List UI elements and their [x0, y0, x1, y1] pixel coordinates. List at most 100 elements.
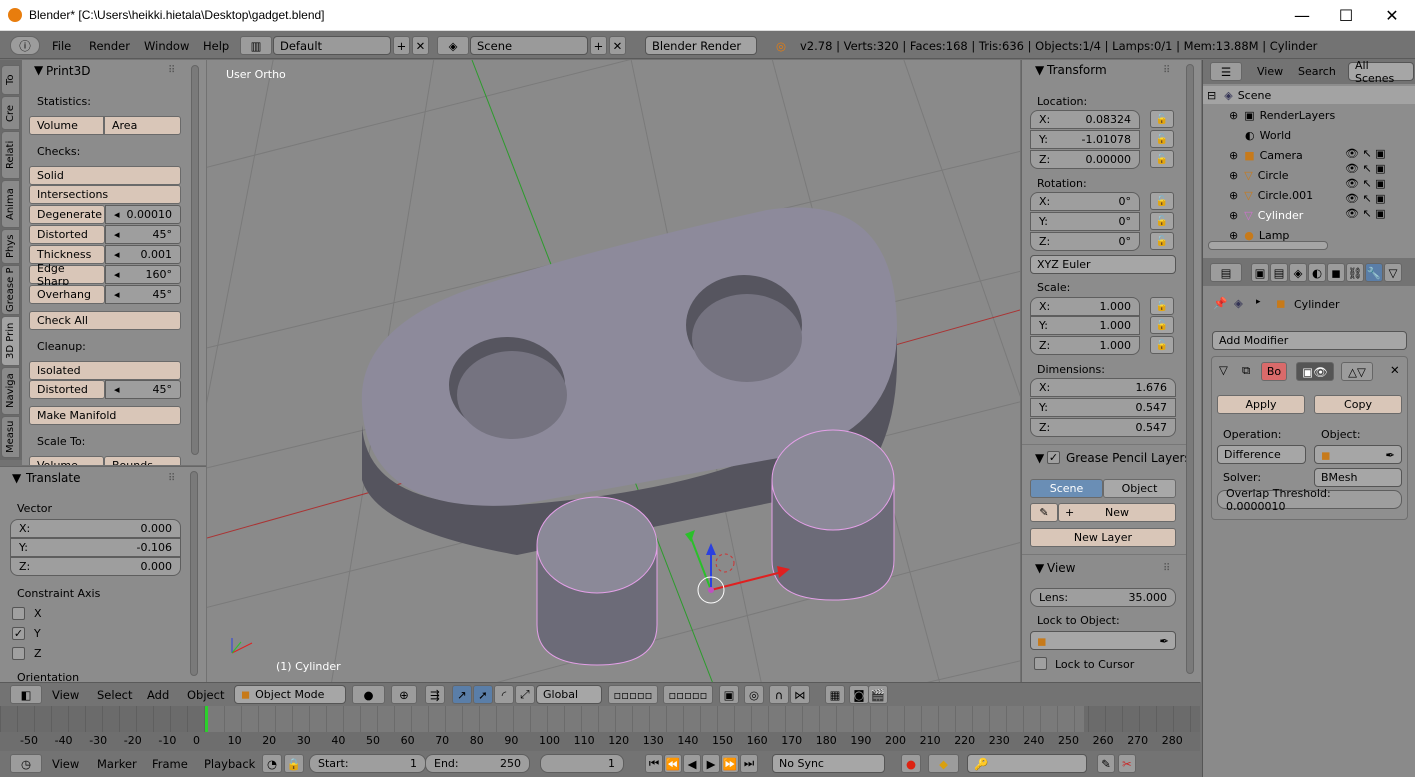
print3d-collapse-icon[interactable]: ▼: [34, 63, 43, 77]
next-keyframe-icon[interactable]: ⏩: [721, 754, 739, 773]
pivot-point-icon[interactable]: ⊕: [391, 685, 417, 704]
cleanup-distorted-value[interactable]: ◂ 45°: [105, 380, 181, 399]
new-layer-button[interactable]: New Layer: [1030, 528, 1176, 547]
visibility-eye-icon[interactable]: 👁 ↖ ▣: [1345, 162, 1410, 175]
location-x-field[interactable]: X: 0.08324: [1030, 110, 1140, 129]
lock-rotation-z-icon[interactable]: 🔓: [1150, 232, 1174, 250]
jump-start-icon[interactable]: ⏮: [645, 754, 663, 773]
edge-sharp-button[interactable]: Edge Sharp: [29, 262, 105, 288]
transform-collapse-icon[interactable]: ▼: [1035, 63, 1044, 77]
menu-view[interactable]: View: [52, 688, 79, 702]
delete-keyframe-icon[interactable]: ✂: [1118, 754, 1136, 773]
pin-icon[interactable]: 📌: [1213, 296, 1227, 310]
snap-element-icon[interactable]: ⋈: [790, 685, 810, 704]
vector-x-field[interactable]: X: 0.000: [10, 519, 181, 538]
visibility-eye-icon[interactable]: 👁 ↖ ▣: [1345, 177, 1410, 190]
outliner-row-renderlayers[interactable]: ⊕ ▣ RenderLayers: [1203, 106, 1415, 124]
start-frame-field[interactable]: Start: 1: [309, 754, 426, 773]
render-tab-icon[interactable]: ▣: [1251, 263, 1269, 282]
constraint-x-checkbox[interactable]: [12, 607, 25, 620]
scale-z-field[interactable]: Z: 1.000: [1030, 336, 1140, 355]
scene-field[interactable]: Scene: [470, 36, 588, 55]
tab-relations[interactable]: Relati: [1, 131, 20, 179]
manipulator-toggle-icon[interactable]: ⇶: [425, 685, 445, 704]
current-frame-field[interactable]: 1: [540, 754, 624, 773]
transform-orientation-select[interactable]: Global: [536, 685, 602, 704]
screen-layout-field[interactable]: Default: [273, 36, 391, 55]
scene-tab-icon[interactable]: ◈: [1289, 263, 1307, 282]
dimension-x-field[interactable]: X: 1.676: [1030, 378, 1176, 397]
tab-measure[interactable]: Measu: [1, 416, 20, 458]
minimize-button[interactable]: —: [1279, 0, 1325, 31]
proportional-editing-icon[interactable]: ◎: [744, 685, 764, 704]
solver-select[interactable]: BMesh: [1314, 468, 1402, 487]
manipulator-scale-icon[interactable]: ⤢: [515, 685, 535, 704]
overhang-value[interactable]: ◂ 45°: [105, 285, 181, 304]
remove-screen-icon[interactable]: ✕: [412, 36, 429, 55]
render-engine-select[interactable]: Blender Render: [645, 36, 757, 55]
constraint-z-checkbox[interactable]: [12, 647, 25, 660]
boolean-object-field[interactable]: ◼ ✒: [1314, 445, 1402, 464]
degenerate-button[interactable]: Degenerate: [29, 205, 105, 224]
overlap-threshold-field[interactable]: Overlap Threshold: 0.0000010: [1217, 487, 1402, 513]
properties-editor-icon[interactable]: ▤: [1210, 263, 1242, 282]
scale-y-field[interactable]: Y: 1.000: [1030, 316, 1140, 335]
grease-pencil-checkbox[interactable]: ✓: [1047, 451, 1060, 464]
menu-window[interactable]: Window: [144, 39, 189, 53]
location-z-field[interactable]: Z: 0.00000: [1030, 150, 1140, 169]
outliner-display-select[interactable]: All Scenes: [1348, 60, 1414, 85]
operation-select[interactable]: Difference: [1217, 445, 1306, 464]
play-icon[interactable]: ▶: [702, 754, 720, 773]
remove-scene-icon[interactable]: ✕: [609, 36, 626, 55]
tab-physics[interactable]: Phys: [1, 229, 20, 264]
constraints-tab-icon[interactable]: ⛓: [1346, 263, 1364, 282]
scene-icon[interactable]: ◈: [437, 36, 469, 55]
current-frame-indicator[interactable]: [205, 706, 208, 732]
lock-to-cursor-checkbox[interactable]: [1034, 657, 1047, 670]
timeline[interactable]: -50 -40 -30 -20 -10 0 10 20 30 40 50 60 70 80 90 100 110…: [0, 706, 1200, 751]
outliner-row-world[interactable]: ◐ World: [1203, 126, 1415, 144]
properties-shelf-scrollbar[interactable]: [1186, 64, 1194, 674]
location-y-field[interactable]: Y: -1.01078: [1030, 130, 1140, 149]
menu-view-timeline[interactable]: View: [52, 757, 79, 771]
make-manifold-button[interactable]: Make Manifold: [29, 406, 181, 425]
grease-object-tab[interactable]: Object: [1103, 479, 1176, 498]
intersections-button[interactable]: Intersections: [29, 185, 181, 204]
render-animation-icon[interactable]: 🎬: [868, 685, 888, 704]
lock-scale-z-icon[interactable]: 🔓: [1150, 336, 1174, 354]
sync-mode-select[interactable]: No Sync: [772, 754, 885, 773]
isolated-button[interactable]: Isolated: [29, 361, 181, 380]
modifier-move-up-down-icon[interactable]: △▽: [1341, 362, 1373, 381]
panel-grip-icon[interactable]: ⠿: [1163, 563, 1171, 574]
layers-row-2[interactable]: ▫▫▫▫▫: [663, 685, 713, 704]
dimension-z-field[interactable]: Z: 0.547: [1030, 418, 1176, 437]
world-tab-icon[interactable]: ◐: [1308, 263, 1326, 282]
onion-skin-icon[interactable]: ▦: [825, 685, 845, 704]
lock-scale-y-icon[interactable]: 🔓: [1150, 316, 1174, 334]
lock-location-x-icon[interactable]: 🔓: [1150, 110, 1174, 128]
tab-animation[interactable]: Anima: [1, 180, 20, 228]
add-modifier-select[interactable]: Add Modifier: [1212, 331, 1407, 350]
lock-to-object-field[interactable]: ◼ ✒: [1030, 631, 1176, 650]
tab-create[interactable]: Cre: [1, 96, 20, 130]
grease-scene-tab[interactable]: Scene: [1030, 479, 1103, 498]
solid-button[interactable]: Solid: [29, 166, 181, 185]
rotation-x-field[interactable]: X: 0°: [1030, 192, 1140, 211]
editor-type-3d-icon[interactable]: ◧: [10, 685, 42, 704]
menu-playback[interactable]: Playback: [204, 757, 255, 771]
view-collapse-icon[interactable]: ▼: [1035, 561, 1044, 575]
screen-layout-icon[interactable]: ▥: [240, 36, 272, 55]
layers-row-1[interactable]: ▫▫▫▫▫: [608, 685, 658, 704]
tab-grease-pencil[interactable]: Grease P: [1, 265, 20, 315]
maximize-button[interactable]: ☐: [1323, 0, 1369, 31]
editor-type-info-icon[interactable]: ⓘ: [10, 36, 40, 55]
lock-location-z-icon[interactable]: 🔓: [1150, 150, 1174, 168]
modifier-name-field[interactable]: Bo: [1261, 362, 1287, 381]
panel-grip-icon[interactable]: ⠿: [1163, 65, 1171, 76]
preview-range-icon[interactable]: ◔: [262, 754, 282, 773]
end-frame-field[interactable]: End: 250: [425, 754, 530, 773]
outliner-row-scene[interactable]: ⊟ ◈ Scene: [1203, 86, 1415, 104]
lock-range-icon[interactable]: 🔒: [284, 754, 304, 773]
menu-frame[interactable]: Frame: [152, 757, 188, 771]
scale-volume-button[interactable]: Volume: [29, 456, 104, 465]
